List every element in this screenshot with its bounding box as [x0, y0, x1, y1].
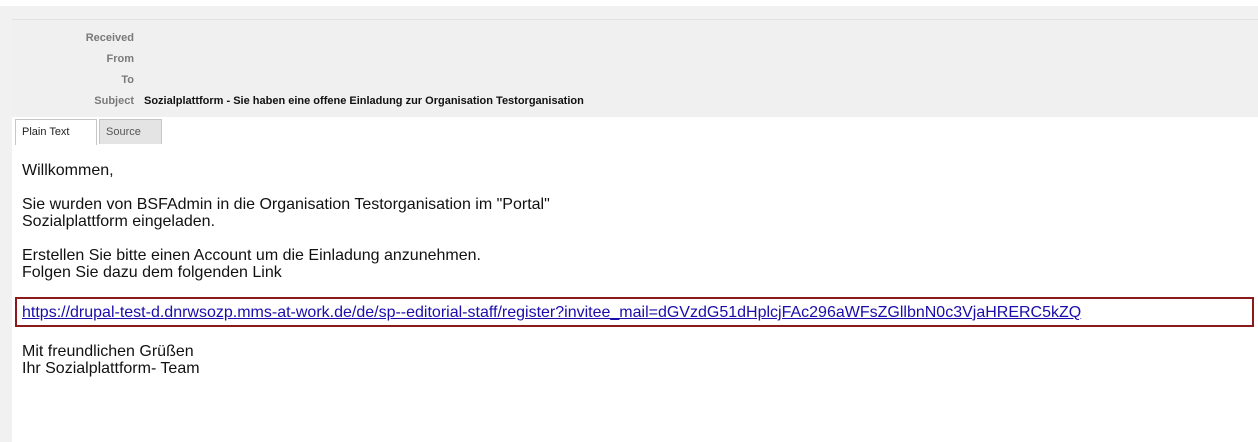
instruction-line-1: Erstellen Sie bitte einen Account um die… — [22, 247, 481, 264]
greeting: Willkommen, — [22, 162, 114, 179]
instruction-line-2: Folgen Sie dazu dem folgenden Link — [22, 264, 282, 281]
top-strip — [0, 0, 1258, 6]
header-row-subject: Subject Sozialplattform - Sie haben eine… — [12, 95, 1258, 111]
subject-value: Sozialplattform - Sie haben eine offene … — [144, 95, 584, 107]
from-label: From — [106, 53, 135, 65]
received-label: Received — [85, 32, 134, 44]
invite-line-1: Sie wurden von BSFAdmin in die Organisat… — [22, 196, 550, 213]
view-tabs: Plain Text Source — [12, 119, 1258, 145]
to-label: To — [121, 74, 134, 86]
header-row-to: To — [12, 74, 1258, 90]
email-header: Received From To Subject Sozialplattform… — [12, 19, 1258, 117]
registration-link[interactable]: https://drupal-test-d.dnrwsozp.mms-at-wo… — [22, 304, 1081, 322]
email-panel: Received From To Subject Sozialplattform… — [12, 19, 1258, 442]
closing-line-1: Mit freundlichen Grüßen — [22, 343, 194, 360]
tab-source[interactable]: Source — [99, 119, 162, 144]
closing: Mit freundlichen Grüßen Ihr Sozialplattf… — [22, 343, 200, 377]
header-row-received: Received — [12, 32, 1258, 48]
tab-plain-text[interactable]: Plain Text — [15, 119, 97, 145]
subject-label: Subject — [94, 95, 134, 107]
message-body: Willkommen, Sie wurden von BSFAdmin in d… — [22, 162, 1252, 281]
closing-line-2: Ihr Sozialplattform- Team — [22, 360, 200, 377]
header-row-from: From — [12, 53, 1258, 69]
invite-line-2: Sozialplattform eingeladen. — [22, 213, 216, 230]
